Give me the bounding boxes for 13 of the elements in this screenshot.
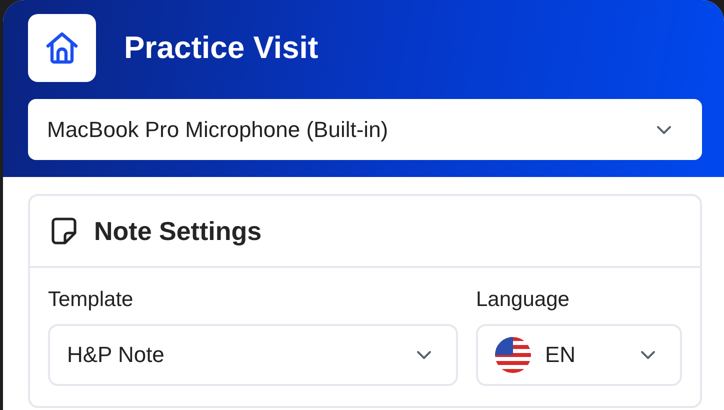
template-select[interactable]: H&P Note <box>48 324 458 386</box>
card-title: Note Settings <box>94 216 262 246</box>
chevron-down-icon <box>656 124 672 134</box>
home-button[interactable] <box>28 14 96 82</box>
microphone-select[interactable]: MacBook Pro Microphone (Built-in) <box>28 99 702 160</box>
field-label: Language <box>476 288 570 312</box>
flag-icon <box>495 337 531 373</box>
page-title: Practice Visit <box>124 30 318 66</box>
field-label: Template <box>48 288 134 312</box>
chevron-down-icon <box>416 350 432 360</box>
sticky-note-icon <box>50 216 78 246</box>
chevron-down-icon <box>640 350 656 360</box>
language-select[interactable]: EN <box>476 324 682 386</box>
